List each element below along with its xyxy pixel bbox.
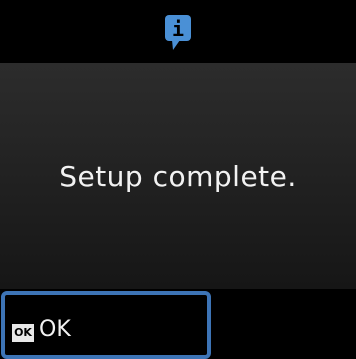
ok-button[interactable]: OK OK (9, 306, 199, 346)
ok-key-icon: OK (12, 324, 34, 342)
info-icon: i (164, 14, 192, 54)
ok-button-label: OK (39, 317, 71, 342)
status-message: Setup complete. (59, 160, 297, 193)
message-panel: Setup complete. (0, 63, 356, 289)
top-bar: i (0, 0, 356, 63)
info-icon-glyph: i (172, 17, 184, 41)
